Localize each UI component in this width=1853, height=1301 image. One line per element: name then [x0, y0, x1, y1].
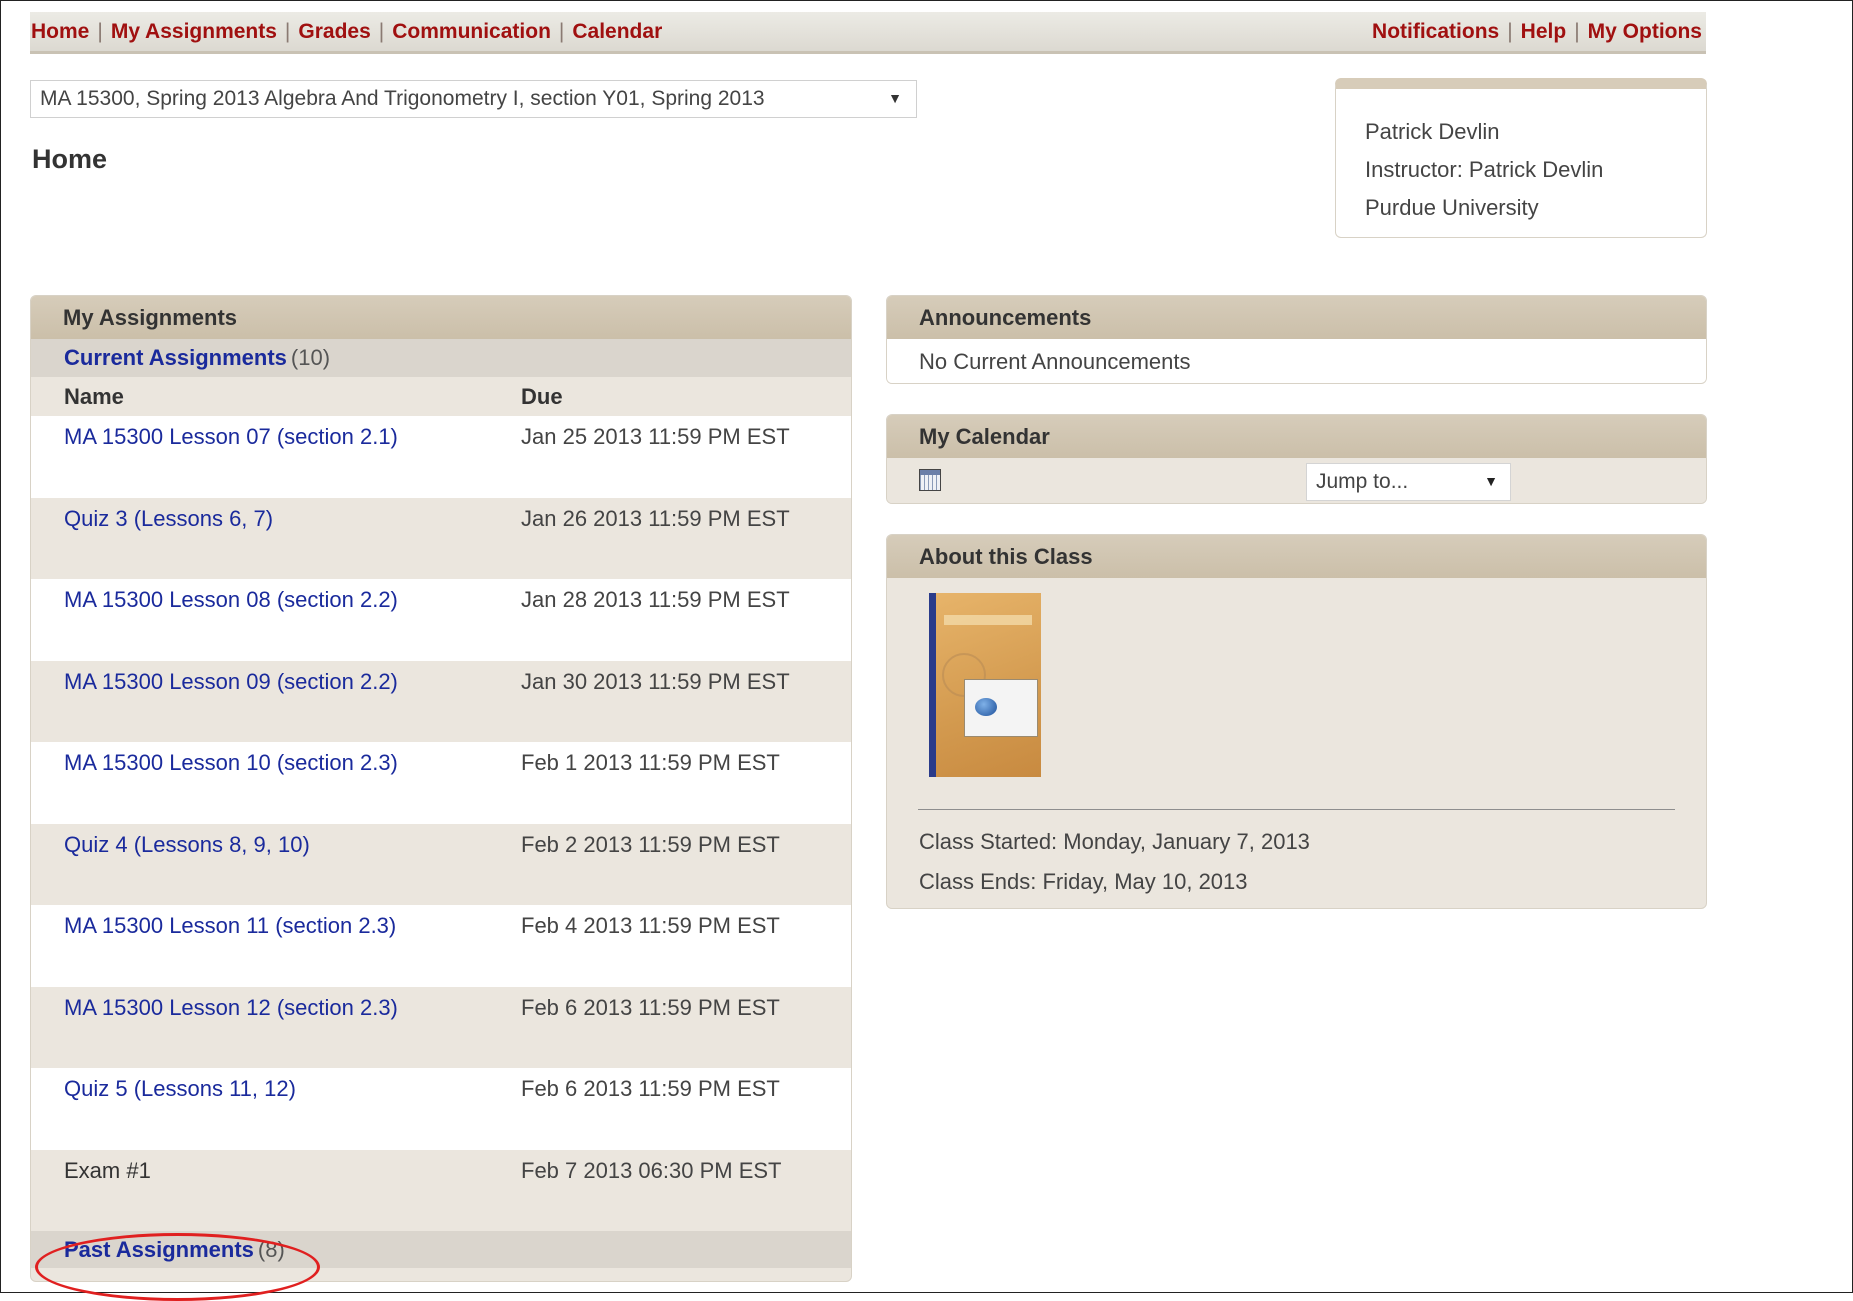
assignment-link[interactable]: MA 15300 Lesson 08 (section 2.2) [31, 580, 521, 661]
nav-separator: | [284, 19, 291, 43]
panel-header: About this Class [887, 535, 1706, 578]
class-end-date: Class Ends: Friday, May 10, 2013 [919, 869, 1248, 894]
panel-header: Announcements [887, 296, 1706, 339]
table-row: MA 15300 Lesson 08 (section 2.2) Jan 28 … [31, 579, 851, 661]
table-row: MA 15300 Lesson 10 (section 2.3) Feb 1 2… [31, 742, 851, 824]
table-header: Name Due [31, 377, 851, 416]
top-navigation: Home | My Assignments | Grades | Communi… [30, 12, 1706, 54]
past-assignments-header: Past Assignments (8) [31, 1231, 851, 1268]
assignment-link[interactable]: MA 15300 Lesson 07 (section 2.1) [31, 417, 521, 498]
course-select[interactable]: MA 15300, Spring 2013 Algebra And Trigon… [30, 80, 917, 118]
nav-help[interactable]: Help [1521, 20, 1567, 44]
nav-home[interactable]: Home [31, 20, 89, 44]
nav-left: Home | My Assignments | Grades | Communi… [31, 12, 662, 51]
panel-header: My Calendar [887, 415, 1706, 458]
due-date: Feb 4 2013 11:59 PM EST [521, 913, 780, 938]
assignment-link[interactable]: Quiz 3 (Lessons 6, 7) [31, 499, 521, 580]
past-assignments-link[interactable]: Past Assignments [64, 1237, 254, 1263]
table-row: MA 15300 Lesson 11 (section 2.3) Feb 4 2… [31, 905, 851, 987]
divider [918, 809, 1675, 810]
nav-right: Notifications | Help | My Options [1372, 12, 1702, 51]
current-assignments-link[interactable]: Current Assignments [64, 345, 287, 371]
assignment-link[interactable]: MA 15300 Lesson 12 (section 2.3) [31, 988, 521, 1069]
my-assignments-panel: My Assignments Current Assignments (10) … [30, 295, 852, 1282]
due-date: Feb 7 2013 06:30 PM EST [521, 1157, 782, 1183]
nav-separator: | [378, 19, 385, 43]
user-info-box: Patrick Devlin Instructor: Patrick Devli… [1335, 78, 1707, 238]
page-title: Home [32, 144, 108, 174]
calendar-icon[interactable] [919, 469, 941, 491]
table-row: Exam #1 Feb 7 2013 06:30 PM EST [31, 1149, 851, 1231]
nav-my-options[interactable]: My Options [1588, 20, 1702, 44]
textbook-cover-image [929, 593, 1041, 777]
user-name: Patrick Devlin [1365, 119, 1500, 144]
column-due: Due [521, 383, 563, 409]
nav-communication[interactable]: Communication [392, 20, 551, 44]
assignment-link[interactable]: Quiz 4 (Lessons 8, 9, 10) [31, 825, 521, 906]
past-assignments-count: (8) [257, 1236, 285, 1262]
due-date: Jan 30 2013 11:59 PM EST [521, 668, 790, 694]
due-date: Feb 6 2013 11:59 PM EST [521, 994, 780, 1020]
due-date: Jan 26 2013 11:59 PM EST [521, 505, 790, 531]
nav-grades[interactable]: Grades [298, 20, 370, 44]
due-date: Jan 28 2013 11:59 PM EST [521, 587, 790, 612]
due-date: Feb 6 2013 11:59 PM EST [521, 1076, 780, 1101]
assignment-link[interactable]: Quiz 5 (Lessons 11, 12) [31, 1069, 521, 1150]
nav-my-assignments[interactable]: My Assignments [111, 20, 277, 44]
table-row: MA 15300 Lesson 07 (section 2.1) Jan 25 … [31, 416, 851, 498]
about-class-panel: About this Class Class Started: Monday, … [886, 534, 1707, 909]
nav-separator: | [1574, 19, 1580, 43]
assignment-link[interactable]: MA 15300 Lesson 09 (section 2.2) [31, 662, 521, 743]
current-assignments-count: (10) [290, 345, 331, 370]
announcements-panel: Announcements No Current Announcements [886, 295, 1707, 384]
nav-notifications[interactable]: Notifications [1372, 20, 1499, 44]
assignment-link[interactable]: MA 15300 Lesson 10 (section 2.3) [31, 743, 521, 824]
jump-to-select[interactable]: Jump to... ▼ [1306, 463, 1511, 501]
announcements-body: No Current Announcements [887, 339, 1706, 383]
table-row: MA 15300 Lesson 09 (section 2.2) Jan 30 … [31, 660, 851, 743]
due-date: Feb 1 2013 11:59 PM EST [521, 750, 780, 775]
school-name: Purdue University [1365, 195, 1539, 220]
nav-separator: | [97, 19, 103, 43]
my-calendar-panel: My Calendar Jump to... ▼ [886, 414, 1707, 504]
due-date: Feb 2 2013 11:59 PM EST [521, 831, 780, 857]
calendar-body: Jump to... ▼ [887, 458, 1706, 503]
table-row: Quiz 4 (Lessons 8, 9, 10) Feb 2 2013 11:… [31, 823, 851, 906]
class-start-date: Class Started: Monday, January 7, 2013 [919, 829, 1310, 854]
table-row: Quiz 5 (Lessons 11, 12) Feb 6 2013 11:59… [31, 1068, 851, 1150]
chevron-down-icon: ▼ [1484, 473, 1498, 489]
due-date: Jan 25 2013 11:59 PM EST [521, 424, 790, 449]
jump-to-value: Jump to... [1316, 470, 1409, 493]
assignment-link[interactable]: MA 15300 Lesson 11 (section 2.3) [31, 906, 521, 987]
nav-separator: | [1507, 19, 1513, 43]
nav-calendar[interactable]: Calendar [572, 20, 662, 44]
instructor-name: Instructor: Patrick Devlin [1365, 157, 1604, 182]
table-row: MA 15300 Lesson 12 (section 2.3) Feb 6 2… [31, 986, 851, 1069]
nav-separator: | [558, 19, 565, 43]
current-assignments-header: Current Assignments (10) [31, 339, 851, 377]
table-row: Quiz 3 (Lessons 6, 7) Jan 26 2013 11:59 … [31, 497, 851, 580]
course-select-value: MA 15300, Spring 2013 Algebra And Trigon… [40, 87, 765, 110]
panel-header: My Assignments [31, 296, 851, 339]
assignment-name: Exam #1 [64, 1157, 151, 1183]
column-name: Name [64, 383, 124, 409]
chevron-down-icon: ▼ [888, 90, 902, 106]
